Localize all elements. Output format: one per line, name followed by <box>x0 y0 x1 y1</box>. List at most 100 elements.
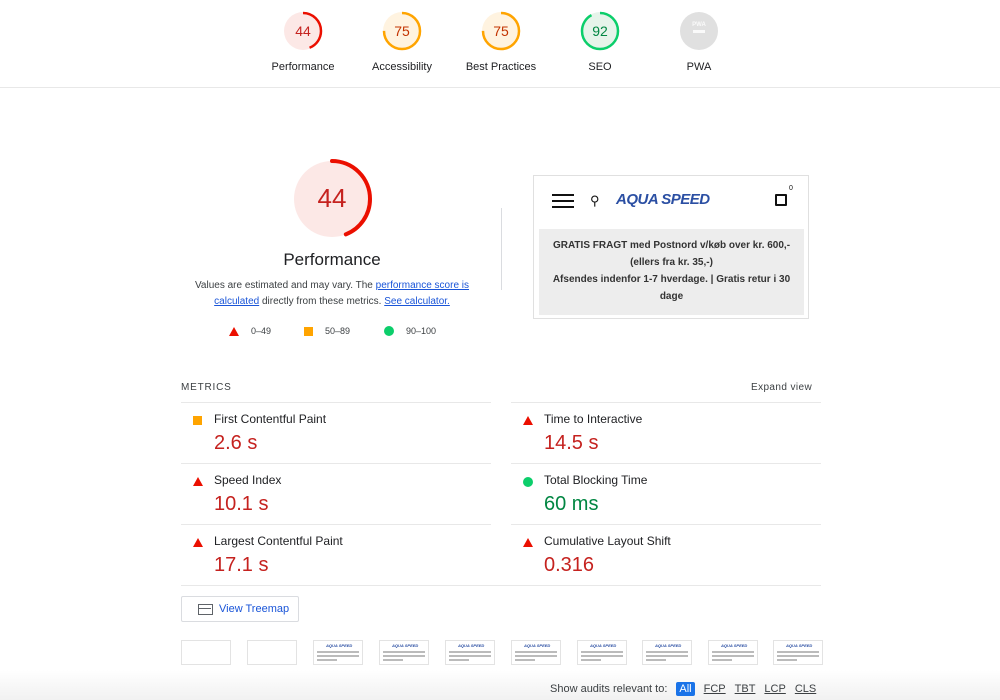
frame-logo: AQUA SPEED <box>655 643 682 648</box>
metric-name: Cumulative Layout Shift <box>544 534 671 548</box>
frame-text-line <box>449 655 491 657</box>
filter-all[interactable]: All <box>676 682 695 696</box>
frame-text-line <box>317 659 337 661</box>
filmstrip-frame: AQUA SPEED <box>773 640 823 665</box>
treemap-icon <box>198 604 213 615</box>
frame-logo: AQUA SPEED <box>721 643 748 648</box>
metric-name: First Contentful Paint <box>214 412 327 426</box>
metrics-heading: METRICS <box>181 382 232 393</box>
gauge-label: Best Practices <box>465 61 537 73</box>
banner-line: (ellers fra kr. 35,-) <box>630 257 713 268</box>
gauge-label: Performance <box>271 61 335 73</box>
banner-line: dage <box>659 291 684 302</box>
square-icon <box>304 326 313 336</box>
frame-text-line <box>581 659 601 661</box>
frame-text-line <box>449 651 491 653</box>
page-screenshot[interactable]: ⚲ AQUA SPEED 0 GRATIS FRAGT med Postnord… <box>533 175 809 319</box>
triangle-icon <box>523 416 533 425</box>
gauge-score: 44 <box>295 23 311 39</box>
legend-range: 0–49 <box>251 326 272 336</box>
dash-icon <box>693 30 705 33</box>
filter-fcp[interactable]: FCP <box>704 683 726 695</box>
performance-gauge-large: 44 <box>292 159 372 239</box>
square-icon <box>193 416 202 425</box>
frame-text-line <box>777 651 819 653</box>
gauge-score: 75 <box>493 23 509 39</box>
frame-text-line <box>383 659 403 661</box>
expand-view-button[interactable]: Expand view <box>751 382 812 393</box>
view-treemap-button[interactable]: View Treemap <box>181 596 299 622</box>
gauge-accessibility[interactable]: 75 Accessibility <box>352 10 452 73</box>
gauge-seo[interactable]: 92 SEO <box>550 10 650 73</box>
frame-text-line <box>712 651 754 653</box>
bottom-shade <box>0 670 1000 700</box>
cart-icon <box>775 194 787 206</box>
frame-text-line <box>317 651 359 653</box>
search-icon: ⚲ <box>590 193 600 208</box>
frame-logo: AQUA SPEED <box>524 643 551 648</box>
frame-text-line <box>646 655 688 657</box>
filmstrip-frame: AQUA SPEED <box>511 640 561 665</box>
metric-lcp: Largest Contentful Paint 17.1 s <box>181 524 491 585</box>
frame-logo: AQUA SPEED <box>458 643 485 648</box>
gauge-ring: 92 <box>580 11 620 51</box>
frame-text-line <box>581 651 623 653</box>
score-summary-bar: 44 Performance 75 Accessibility 75 Best … <box>0 0 1000 88</box>
gauge-score: 92 <box>592 23 608 39</box>
filmstrip-frame: AQUA SPEED <box>445 640 495 665</box>
gauge-ring: PWA <box>680 12 718 50</box>
frame-logo: AQUA SPEED <box>392 643 419 648</box>
gauge-best-practices[interactable]: 75 Best Practices <box>451 10 551 73</box>
metric-value: 60 ms <box>544 493 599 515</box>
frame-text-line <box>383 655 425 657</box>
legend-range: 90–100 <box>406 326 437 336</box>
metric-tbt: Total Blocking Time 60 ms <box>511 463 821 524</box>
filter-lcp[interactable]: LCP <box>764 683 785 695</box>
filter-tbt[interactable]: TBT <box>735 683 756 695</box>
filter-cls[interactable]: CLS <box>795 683 816 695</box>
frame-text-line <box>581 655 623 657</box>
metric-tti: Time to Interactive 14.5 s <box>511 402 821 463</box>
gauge-pwa[interactable]: PWA PWA <box>649 10 749 73</box>
filmstrip-frame: AQUA SPEED <box>708 640 758 665</box>
menu-icon <box>552 194 574 212</box>
metric-value: 10.1 s <box>214 493 269 515</box>
metric-name: Total Blocking Time <box>544 473 648 487</box>
legend-fail: 0–49 <box>229 326 271 336</box>
frame-logo: AQUA SPEED <box>786 643 813 648</box>
metric-speed-index: Speed Index 10.1 s <box>181 463 491 524</box>
performance-score: 44 <box>318 183 347 213</box>
frame-text-line <box>515 659 535 661</box>
filmstrip-frame: AQUA SPEED <box>379 640 429 665</box>
divider <box>501 208 502 290</box>
circle-icon <box>384 326 394 336</box>
filmstrip-frame <box>247 640 297 665</box>
triangle-icon <box>523 538 533 547</box>
desc-text: directly from these metrics. <box>259 296 385 307</box>
triangle-icon <box>193 477 203 486</box>
cart-count: 0 <box>789 185 793 192</box>
metric-fcp: First Contentful Paint 2.6 s <box>181 402 491 463</box>
audit-filter-bar: Show audits relevant to: All FCP TBT LCP… <box>550 682 816 696</box>
performance-description: Values are estimated and may vary. The p… <box>186 278 478 310</box>
frame-text-line <box>777 655 819 657</box>
gauge-label: Accessibility <box>372 61 432 73</box>
metric-cls: Cumulative Layout Shift 0.316 <box>511 524 821 585</box>
shipping-banner: GRATIS FRAGT med Postnord v/køb over kr.… <box>539 229 804 315</box>
frame-text-line <box>712 659 732 661</box>
filmstrip-frame <box>181 640 231 665</box>
frame-text-line <box>646 651 688 653</box>
frame-logo: AQUA SPEED <box>326 643 353 648</box>
legend-average: 50–89 <box>304 326 350 336</box>
metric-name: Largest Contentful Paint <box>214 534 343 548</box>
metric-value: 14.5 s <box>544 432 599 454</box>
gauge-performance[interactable]: 44 Performance <box>253 10 353 73</box>
frame-text-line <box>777 659 797 661</box>
frame-text-line <box>712 655 754 657</box>
see-calculator-link[interactable]: See calculator. <box>384 296 450 307</box>
circle-icon <box>523 477 533 487</box>
gauge-label: PWA <box>686 61 712 73</box>
triangle-icon <box>193 538 203 547</box>
legend-range: 50–89 <box>325 326 351 336</box>
desc-text: Values are estimated and may vary. The <box>194 280 376 291</box>
